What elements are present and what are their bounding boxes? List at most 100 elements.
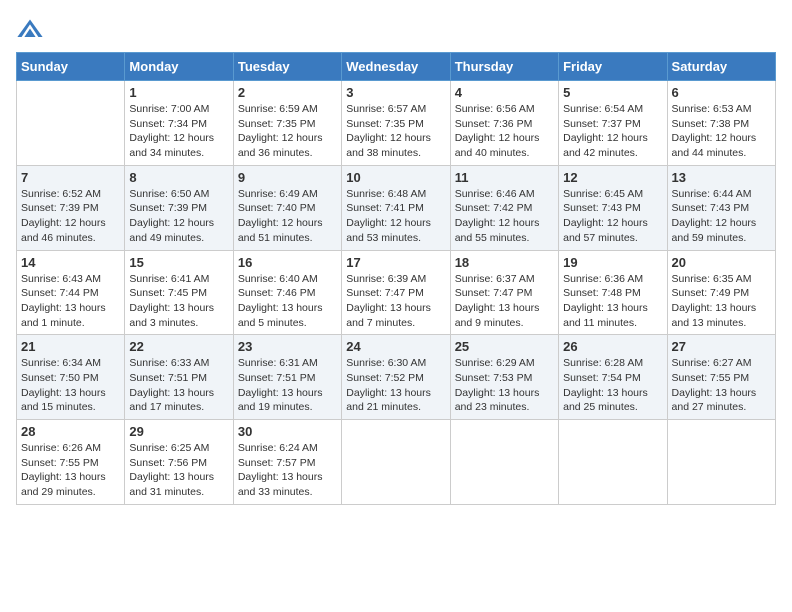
day-number: 16 bbox=[238, 255, 337, 270]
day-number: 12 bbox=[563, 170, 662, 185]
day-number: 10 bbox=[346, 170, 445, 185]
calendar-week-row: 1 Sunrise: 7:00 AMSunset: 7:34 PMDaylight… bbox=[17, 81, 776, 166]
day-info: Sunrise: 6:28 AMSunset: 7:54 PMDaylight:… bbox=[563, 356, 662, 415]
day-info: Sunrise: 6:53 AMSunset: 7:38 PMDaylight:… bbox=[672, 102, 771, 161]
calendar-cell bbox=[667, 420, 775, 505]
col-header-friday: Friday bbox=[559, 53, 667, 81]
day-number: 24 bbox=[346, 339, 445, 354]
day-number: 7 bbox=[21, 170, 120, 185]
calendar-cell: 20 Sunrise: 6:35 AMSunset: 7:49 PMDayligh… bbox=[667, 250, 775, 335]
day-number: 29 bbox=[129, 424, 228, 439]
day-info: Sunrise: 6:31 AMSunset: 7:51 PMDaylight:… bbox=[238, 356, 337, 415]
day-info: Sunrise: 6:41 AMSunset: 7:45 PMDaylight:… bbox=[129, 272, 228, 331]
day-info: Sunrise: 6:40 AMSunset: 7:46 PMDaylight:… bbox=[238, 272, 337, 331]
day-info: Sunrise: 6:43 AMSunset: 7:44 PMDaylight:… bbox=[21, 272, 120, 331]
day-number: 9 bbox=[238, 170, 337, 185]
calendar-cell: 30Sunrise: 6:24 AMSunset: 7:57 PMDayligh… bbox=[233, 420, 341, 505]
day-info: Sunrise: 6:44 AMSunset: 7:43 PMDaylight:… bbox=[672, 187, 771, 246]
day-info: Sunrise: 6:35 AMSunset: 7:49 PMDaylight:… bbox=[672, 272, 771, 331]
day-info: Sunrise: 6:56 AMSunset: 7:36 PMDaylight:… bbox=[455, 102, 554, 161]
calendar-cell: 19 Sunrise: 6:36 AMSunset: 7:48 PMDayligh… bbox=[559, 250, 667, 335]
day-number: 23 bbox=[238, 339, 337, 354]
day-number: 14 bbox=[21, 255, 120, 270]
day-info: Sunrise: 6:49 AMSunset: 7:40 PMDaylight:… bbox=[238, 187, 337, 246]
day-info: Sunrise: 6:30 AMSunset: 7:52 PMDaylight:… bbox=[346, 356, 445, 415]
day-number: 4 bbox=[455, 85, 554, 100]
day-info: Sunrise: 6:46 AMSunset: 7:42 PMDaylight:… bbox=[455, 187, 554, 246]
col-header-saturday: Saturday bbox=[667, 53, 775, 81]
day-number: 27 bbox=[672, 339, 771, 354]
day-number: 1 bbox=[129, 85, 228, 100]
day-info: Sunrise: 6:25 AMSunset: 7:56 PMDaylight:… bbox=[129, 441, 228, 500]
calendar-week-row: 28 Sunrise: 6:26 AMSunset: 7:55 PMDayligh… bbox=[17, 420, 776, 505]
day-info: Sunrise: 6:45 AMSunset: 7:43 PMDaylight:… bbox=[563, 187, 662, 246]
day-info: Sunrise: 6:27 AMSunset: 7:55 PMDaylight:… bbox=[672, 356, 771, 415]
calendar-cell bbox=[342, 420, 450, 505]
calendar-cell: 6 Sunrise: 6:53 AMSunset: 7:38 PMDaylight… bbox=[667, 81, 775, 166]
day-info: Sunrise: 6:39 AMSunset: 7:47 PMDaylight:… bbox=[346, 272, 445, 331]
day-number: 2 bbox=[238, 85, 337, 100]
day-number: 13 bbox=[672, 170, 771, 185]
col-header-wednesday: Wednesday bbox=[342, 53, 450, 81]
col-header-tuesday: Tuesday bbox=[233, 53, 341, 81]
day-number: 8 bbox=[129, 170, 228, 185]
calendar-cell: 25 Sunrise: 6:29 AMSunset: 7:53 PMDayligh… bbox=[450, 335, 558, 420]
calendar-week-row: 14 Sunrise: 6:43 AMSunset: 7:44 PMDayligh… bbox=[17, 250, 776, 335]
calendar-cell: 4 Sunrise: 6:56 AMSunset: 7:36 PMDaylight… bbox=[450, 81, 558, 166]
calendar-cell: 9 Sunrise: 6:49 AMSunset: 7:40 PMDaylight… bbox=[233, 165, 341, 250]
calendar-cell: 12 Sunrise: 6:45 AMSunset: 7:43 PMDayligh… bbox=[559, 165, 667, 250]
day-number: 15 bbox=[129, 255, 228, 270]
day-number: 17 bbox=[346, 255, 445, 270]
calendar-cell: 29 Sunrise: 6:25 AMSunset: 7:56 PMDayligh… bbox=[125, 420, 233, 505]
page-header bbox=[16, 16, 776, 44]
day-number: 20 bbox=[672, 255, 771, 270]
day-number: 19 bbox=[563, 255, 662, 270]
calendar-cell: 10Sunrise: 6:48 AMSunset: 7:41 PMDayligh… bbox=[342, 165, 450, 250]
calendar-cell: 3Sunrise: 6:57 AMSunset: 7:35 PMDaylight… bbox=[342, 81, 450, 166]
day-info: Sunrise: 6:37 AMSunset: 7:47 PMDaylight:… bbox=[455, 272, 554, 331]
logo bbox=[16, 16, 48, 44]
day-number: 22 bbox=[129, 339, 228, 354]
calendar-cell: 11Sunrise: 6:46 AMSunset: 7:42 PMDayligh… bbox=[450, 165, 558, 250]
calendar-cell: 17 Sunrise: 6:39 AMSunset: 7:47 PMDayligh… bbox=[342, 250, 450, 335]
day-number: 26 bbox=[563, 339, 662, 354]
day-number: 5 bbox=[563, 85, 662, 100]
calendar-cell: 8 Sunrise: 6:50 AMSunset: 7:39 PMDaylight… bbox=[125, 165, 233, 250]
calendar-header-row: SundayMondayTuesdayWednesdayThursdayFrid… bbox=[17, 53, 776, 81]
calendar-cell: 14 Sunrise: 6:43 AMSunset: 7:44 PMDayligh… bbox=[17, 250, 125, 335]
calendar-cell: 5 Sunrise: 6:54 AMSunset: 7:37 PMDaylight… bbox=[559, 81, 667, 166]
day-number: 25 bbox=[455, 339, 554, 354]
calendar-cell: 16 Sunrise: 6:40 AMSunset: 7:46 PMDayligh… bbox=[233, 250, 341, 335]
logo-icon bbox=[16, 16, 44, 44]
calendar-cell bbox=[450, 420, 558, 505]
day-number: 28 bbox=[21, 424, 120, 439]
calendar-cell: 27 Sunrise: 6:27 AMSunset: 7:55 PMDayligh… bbox=[667, 335, 775, 420]
calendar-cell: 24 Sunrise: 6:30 AMSunset: 7:52 PMDayligh… bbox=[342, 335, 450, 420]
col-header-sunday: Sunday bbox=[17, 53, 125, 81]
calendar-cell: 26 Sunrise: 6:28 AMSunset: 7:54 PMDayligh… bbox=[559, 335, 667, 420]
calendar-cell: 28 Sunrise: 6:26 AMSunset: 7:55 PMDayligh… bbox=[17, 420, 125, 505]
day-info: Sunrise: 6:52 AMSunset: 7:39 PMDaylight:… bbox=[21, 187, 120, 246]
calendar-cell: 13 Sunrise: 6:44 AMSunset: 7:43 PMDayligh… bbox=[667, 165, 775, 250]
day-info: Sunrise: 6:26 AMSunset: 7:55 PMDaylight:… bbox=[21, 441, 120, 500]
day-number: 18 bbox=[455, 255, 554, 270]
day-info: Sunrise: 7:00 AMSunset: 7:34 PMDaylight:… bbox=[129, 102, 228, 161]
calendar-cell bbox=[17, 81, 125, 166]
day-info: Sunrise: 6:24 AMSunset: 7:57 PMDaylight:… bbox=[238, 441, 337, 500]
day-info: Sunrise: 6:59 AMSunset: 7:35 PMDaylight:… bbox=[238, 102, 337, 161]
calendar-week-row: 7 Sunrise: 6:52 AMSunset: 7:39 PMDaylight… bbox=[17, 165, 776, 250]
day-info: Sunrise: 6:57 AMSunset: 7:35 PMDaylight:… bbox=[346, 102, 445, 161]
day-info: Sunrise: 6:54 AMSunset: 7:37 PMDaylight:… bbox=[563, 102, 662, 161]
calendar-cell: 2 Sunrise: 6:59 AMSunset: 7:35 PMDaylight… bbox=[233, 81, 341, 166]
day-info: Sunrise: 6:33 AMSunset: 7:51 PMDaylight:… bbox=[129, 356, 228, 415]
day-info: Sunrise: 6:29 AMSunset: 7:53 PMDaylight:… bbox=[455, 356, 554, 415]
calendar-cell: 22 Sunrise: 6:33 AMSunset: 7:51 PMDayligh… bbox=[125, 335, 233, 420]
calendar-cell: 21Sunrise: 6:34 AMSunset: 7:50 PMDayligh… bbox=[17, 335, 125, 420]
calendar-cell: 15 Sunrise: 6:41 AMSunset: 7:45 PMDayligh… bbox=[125, 250, 233, 335]
calendar-cell: 7 Sunrise: 6:52 AMSunset: 7:39 PMDaylight… bbox=[17, 165, 125, 250]
day-number: 6 bbox=[672, 85, 771, 100]
calendar-cell: 1 Sunrise: 7:00 AMSunset: 7:34 PMDaylight… bbox=[125, 81, 233, 166]
day-info: Sunrise: 6:50 AMSunset: 7:39 PMDaylight:… bbox=[129, 187, 228, 246]
day-info: Sunrise: 6:36 AMSunset: 7:48 PMDaylight:… bbox=[563, 272, 662, 331]
day-number: 21 bbox=[21, 339, 120, 354]
